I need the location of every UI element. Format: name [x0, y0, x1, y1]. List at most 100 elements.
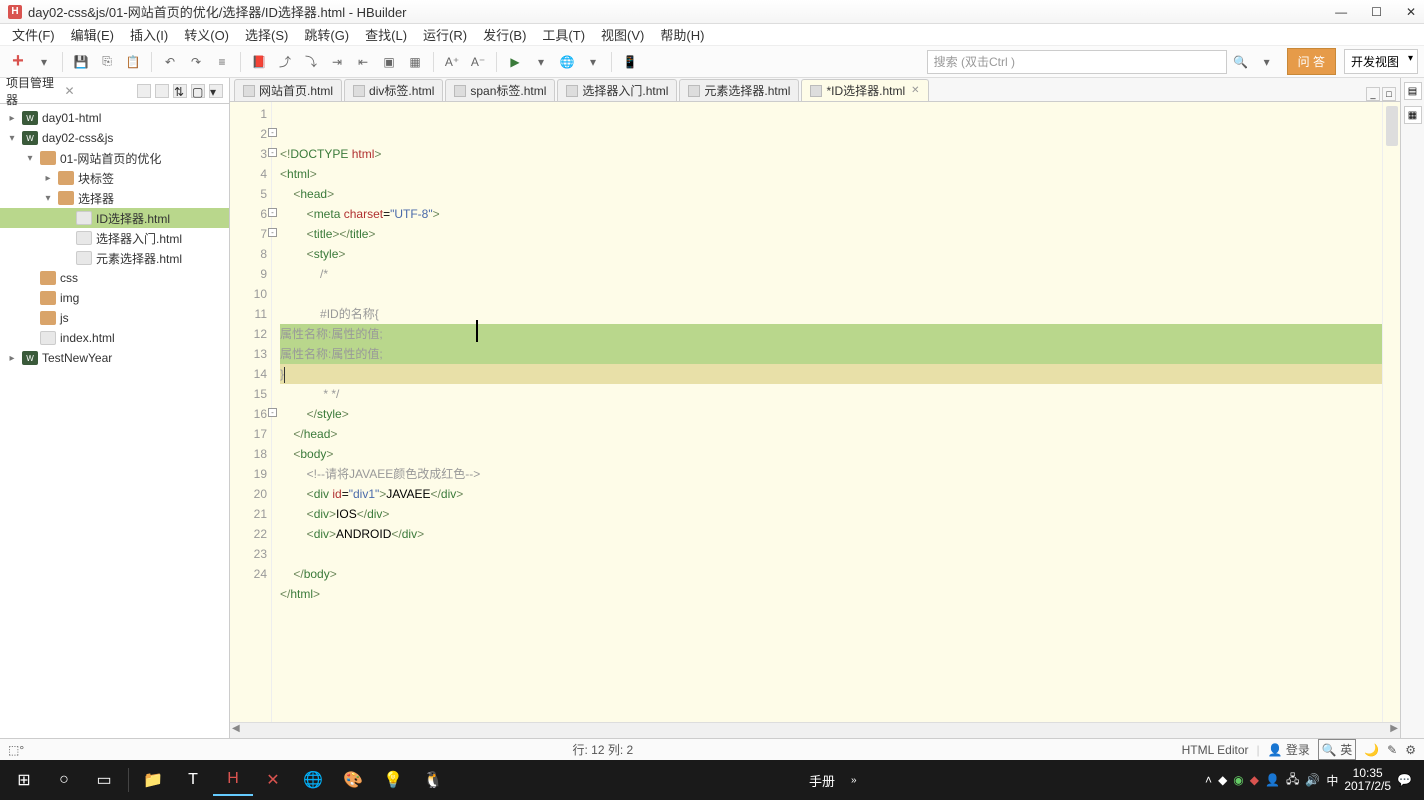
- run-button[interactable]: ▶: [503, 50, 527, 74]
- dev-view-select[interactable]: 开发视图: [1344, 49, 1418, 74]
- tree-item[interactable]: 选择器入门.html: [0, 228, 229, 248]
- menu-item[interactable]: 编辑(E): [65, 23, 120, 46]
- qa-button[interactable]: 问 答: [1287, 48, 1336, 75]
- code-line[interactable]: </html>: [280, 584, 1382, 604]
- more-icon[interactable]: »: [851, 775, 857, 786]
- edit-icon[interactable]: ✎: [1387, 743, 1397, 757]
- font-increase-button[interactable]: A⁺: [440, 50, 464, 74]
- sidebar-menu-icon[interactable]: ▾: [209, 84, 223, 98]
- volume-icon[interactable]: 🔊: [1305, 773, 1320, 787]
- outline-icon[interactable]: ▤: [1404, 82, 1422, 100]
- toggle-button[interactable]: ▣: [377, 50, 401, 74]
- file-tree[interactable]: Wday01-htmlWday02-css&js01-网站首页的优化块标签选择器…: [0, 104, 229, 738]
- tree-item[interactable]: css: [0, 268, 229, 288]
- cortana-icon[interactable]: ○: [44, 764, 84, 796]
- search-icon[interactable]: 🔍: [1229, 50, 1253, 74]
- notifications-icon[interactable]: 💬: [1397, 773, 1412, 787]
- ime-indicator[interactable]: 🔍 英: [1318, 739, 1356, 760]
- code-line[interactable]: <body>: [280, 444, 1382, 464]
- tree-item[interactable]: 01-网站首页的优化: [0, 148, 229, 168]
- network-icon[interactable]: 🖧: [1286, 770, 1299, 791]
- editor-tab[interactable]: div标签.html: [344, 79, 443, 101]
- structure-icon[interactable]: ▦: [1404, 106, 1422, 124]
- code-line[interactable]: <!--请将JAVAEE颜色改成红色-->: [280, 464, 1382, 484]
- tree-item[interactable]: 块标签: [0, 168, 229, 188]
- horizontal-scrollbar[interactable]: [230, 722, 1400, 738]
- code-line[interactable]: <!DOCTYPE html>: [280, 144, 1382, 164]
- preview-button[interactable]: ▦: [403, 50, 427, 74]
- menu-item[interactable]: 视图(V): [595, 23, 650, 46]
- code-line[interactable]: [280, 604, 1382, 624]
- menu-item[interactable]: 工具(T): [536, 23, 591, 46]
- menu-item[interactable]: 发行(B): [477, 23, 532, 46]
- device-button[interactable]: 📱: [618, 50, 642, 74]
- editor-min-icon[interactable]: _: [1366, 87, 1380, 101]
- code-line[interactable]: <meta charset="UTF-8">: [280, 204, 1382, 224]
- tree-item[interactable]: 元素选择器.html: [0, 248, 229, 268]
- new-button[interactable]: +: [6, 50, 30, 74]
- step-into-button[interactable]: ⇥: [325, 50, 349, 74]
- text-icon[interactable]: T: [173, 764, 213, 796]
- code-line[interactable]: <div>IOS</div>: [280, 504, 1382, 524]
- code-line[interactable]: #ID的名称{: [280, 304, 1382, 324]
- import-button[interactable]: ⤵: [299, 50, 323, 74]
- code-line[interactable]: /*: [280, 264, 1382, 284]
- editor-tab[interactable]: span标签.html: [445, 79, 555, 101]
- code-line[interactable]: 属性名称:属性的值;: [280, 344, 1382, 364]
- tree-item[interactable]: Wday01-html: [0, 108, 229, 128]
- code-line[interactable]: }: [280, 364, 1382, 384]
- paint-icon[interactable]: 🎨: [333, 764, 373, 796]
- browser-button[interactable]: 🌐: [555, 50, 579, 74]
- close-button[interactable]: ✕: [1406, 5, 1416, 19]
- login-link[interactable]: 👤 登录: [1268, 741, 1310, 758]
- font-decrease-button[interactable]: A⁻: [466, 50, 490, 74]
- sidebar-close-icon[interactable]: ✕: [64, 84, 74, 98]
- code-line[interactable]: <title></title>: [280, 224, 1382, 244]
- tree-item[interactable]: js: [0, 308, 229, 328]
- tree-item[interactable]: ID选择器.html: [0, 208, 229, 228]
- editor-tab[interactable]: 网站首页.html: [234, 79, 342, 101]
- menu-item[interactable]: 运行(R): [417, 23, 473, 46]
- hbuilder-icon[interactable]: H: [213, 764, 253, 796]
- code-line[interactable]: </body>: [280, 564, 1382, 584]
- code-line[interactable]: [280, 284, 1382, 304]
- tree-item[interactable]: 选择器: [0, 188, 229, 208]
- settings-icon[interactable]: ⚙: [1405, 743, 1416, 757]
- tray-user-icon[interactable]: 👤: [1265, 773, 1280, 787]
- bookmark-button[interactable]: 📕: [247, 50, 271, 74]
- sidebar-tool-3[interactable]: ⇅: [173, 84, 187, 98]
- editor-tab[interactable]: 元素选择器.html: [679, 79, 799, 101]
- format-button[interactable]: ≡: [210, 50, 234, 74]
- code-line[interactable]: <div id="div1">JAVAEE</div>: [280, 484, 1382, 504]
- menu-item[interactable]: 跳转(G): [298, 23, 355, 46]
- code-line[interactable]: * */: [280, 384, 1382, 404]
- editor-max-icon[interactable]: □: [1382, 87, 1396, 101]
- tree-item[interactable]: Wday02-css&js: [0, 128, 229, 148]
- tray-app-3[interactable]: ◆: [1250, 773, 1259, 787]
- run-dropdown[interactable]: ▾: [529, 50, 553, 74]
- moon-icon[interactable]: 🌙: [1364, 743, 1379, 757]
- save-button[interactable]: 💾: [69, 50, 93, 74]
- sidebar-tool-4[interactable]: ▢: [191, 84, 205, 98]
- help-icon[interactable]: 💡: [373, 764, 413, 796]
- code-line[interactable]: <head>: [280, 184, 1382, 204]
- ime-icon[interactable]: 中: [1326, 772, 1338, 789]
- sidebar-tool-2[interactable]: [155, 84, 169, 98]
- menu-item[interactable]: 查找(L): [359, 23, 413, 46]
- maximize-button[interactable]: ☐: [1371, 5, 1382, 19]
- code-line[interactable]: <style>: [280, 244, 1382, 264]
- paste-button[interactable]: 📋: [121, 50, 145, 74]
- undo-button[interactable]: ↶: [158, 50, 182, 74]
- editor-tab[interactable]: 选择器入门.html: [557, 79, 677, 101]
- code-line[interactable]: [280, 544, 1382, 564]
- search-input[interactable]: 搜索 (双击Ctrl ): [927, 50, 1227, 74]
- tray-app-1[interactable]: ◆: [1218, 773, 1227, 787]
- menu-item[interactable]: 帮助(H): [654, 23, 710, 46]
- menu-item[interactable]: 插入(I): [124, 23, 174, 46]
- code-line[interactable]: </head>: [280, 424, 1382, 444]
- code-line[interactable]: <div>ANDROID</div>: [280, 524, 1382, 544]
- search-dropdown[interactable]: ▾: [1255, 50, 1279, 74]
- code-editor[interactable]: 12-3-456-7-8910111213141516-171819202122…: [230, 102, 1400, 722]
- manual-label[interactable]: 手册: [793, 771, 851, 790]
- tray-up-icon[interactable]: ˄: [1205, 773, 1212, 787]
